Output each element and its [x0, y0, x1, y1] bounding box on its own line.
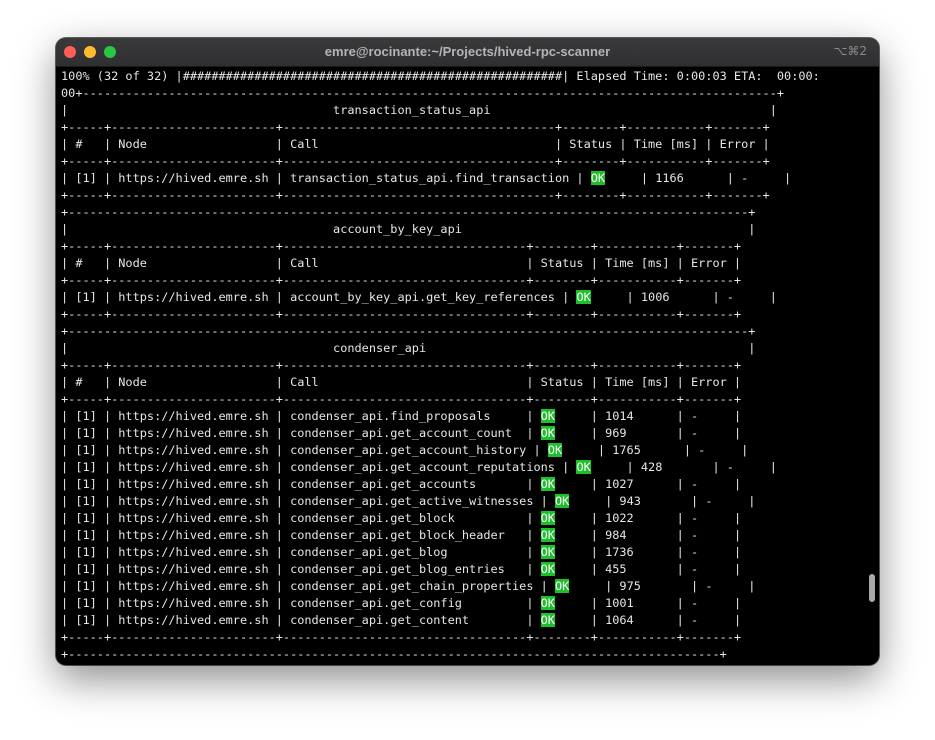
- terminal-line: +-----+-----------------------+---------…: [61, 307, 742, 321]
- status-ok-badge: OK: [540, 409, 555, 423]
- terminal-line: | [1] | https://hived.emre.sh | condense…: [61, 460, 777, 474]
- terminal-line: +---------------------------------------…: [61, 205, 756, 219]
- terminal-line: | [1] | https://hived.emre.sh | condense…: [61, 528, 742, 542]
- status-ok-badge: OK: [540, 426, 555, 440]
- terminal-line: | [1] | https://hived.emre.sh | condense…: [61, 443, 749, 457]
- terminal-line: +-----+-----------------------+---------…: [61, 120, 770, 134]
- window-shortcut: ⌥⌘2: [833, 44, 867, 58]
- terminal-line: | condenser_api |: [61, 341, 756, 355]
- status-ok-badge: OK: [540, 613, 555, 627]
- terminal-line: | [1] | https://hived.emre.sh | condense…: [61, 579, 756, 593]
- terminal-line: +---------------------------------------…: [61, 647, 727, 661]
- status-ok-badge: OK: [540, 562, 555, 576]
- status-ok-badge: OK: [554, 494, 570, 508]
- terminal-line: | [1] | https://hived.emre.sh | account_…: [61, 290, 777, 304]
- status-ok-badge: OK: [590, 171, 606, 185]
- terminal-line: +-----+-----------------------+---------…: [61, 630, 742, 644]
- terminal-line: | [1] | https://hived.emre.sh | transact…: [61, 171, 792, 185]
- terminal-line: | [1] | https://hived.emre.sh | condense…: [61, 409, 742, 423]
- terminal-line: | [1] | https://hived.emre.sh | condense…: [61, 477, 742, 491]
- terminal-line: +-----+-----------------------+---------…: [61, 154, 770, 168]
- terminal-line: | transaction_status_api |: [61, 103, 777, 117]
- terminal-line: | # | Node | Call | Status | Time [ms] |…: [61, 256, 742, 270]
- terminal-line: +---------------------------------------…: [61, 324, 756, 338]
- title-bar[interactable]: emre@rocinante:~/Projects/hived-rpc-scan…: [56, 38, 879, 67]
- terminal-line: +-----+-----------------------+---------…: [61, 392, 742, 406]
- terminal-line: | [1] | https://hived.emre.sh | condense…: [61, 613, 742, 627]
- status-ok-badge: OK: [540, 596, 555, 610]
- terminal-line: | [1] | https://hived.emre.sh | condense…: [61, 494, 756, 508]
- terminal-line: | [1] | https://hived.emre.sh | condense…: [61, 426, 742, 440]
- terminal-window: emre@rocinante:~/Projects/hived-rpc-scan…: [56, 38, 879, 665]
- status-ok-badge: OK: [540, 477, 555, 491]
- terminal-line: | [1] | https://hived.emre.sh | condense…: [61, 511, 742, 525]
- status-ok-badge: OK: [547, 443, 563, 457]
- status-ok-badge: OK: [540, 545, 555, 559]
- status-ok-badge: OK: [576, 290, 591, 304]
- terminal-line: +-----+-----------------------+---------…: [61, 239, 742, 253]
- terminal-line: 100% (32 of 32) |#######################…: [61, 69, 820, 83]
- scrollbar-thumb[interactable]: [869, 574, 875, 602]
- window-title: emre@rocinante:~/Projects/hived-rpc-scan…: [324, 44, 611, 59]
- terminal-line: +-----+-----------------------+---------…: [61, 358, 742, 372]
- status-ok-badge: OK: [576, 460, 591, 474]
- status-ok-badge: OK: [554, 579, 570, 593]
- terminal-line: | # | Node | Call | Status | Time [ms] |…: [61, 137, 770, 151]
- terminal-line: | # | Node | Call | Status | Time [ms] |…: [61, 375, 742, 389]
- terminal-line: 00+-------------------------------------…: [61, 86, 785, 100]
- terminal-line: | [1] | https://hived.emre.sh | condense…: [61, 545, 742, 559]
- terminal-line: +-----+-----------------------+---------…: [61, 273, 742, 287]
- status-ok-badge: OK: [540, 528, 555, 542]
- terminal-line: | [1] | https://hived.emre.sh | condense…: [61, 562, 742, 576]
- terminal-output[interactable]: 100% (32 of 32) |#######################…: [61, 68, 866, 662]
- terminal-line: +-----+-----------------------+---------…: [61, 188, 770, 202]
- terminal-line: | [1] | https://hived.emre.sh | condense…: [61, 596, 742, 610]
- status-ok-badge: OK: [540, 511, 555, 525]
- terminal-line: | account_by_key_api |: [61, 222, 756, 236]
